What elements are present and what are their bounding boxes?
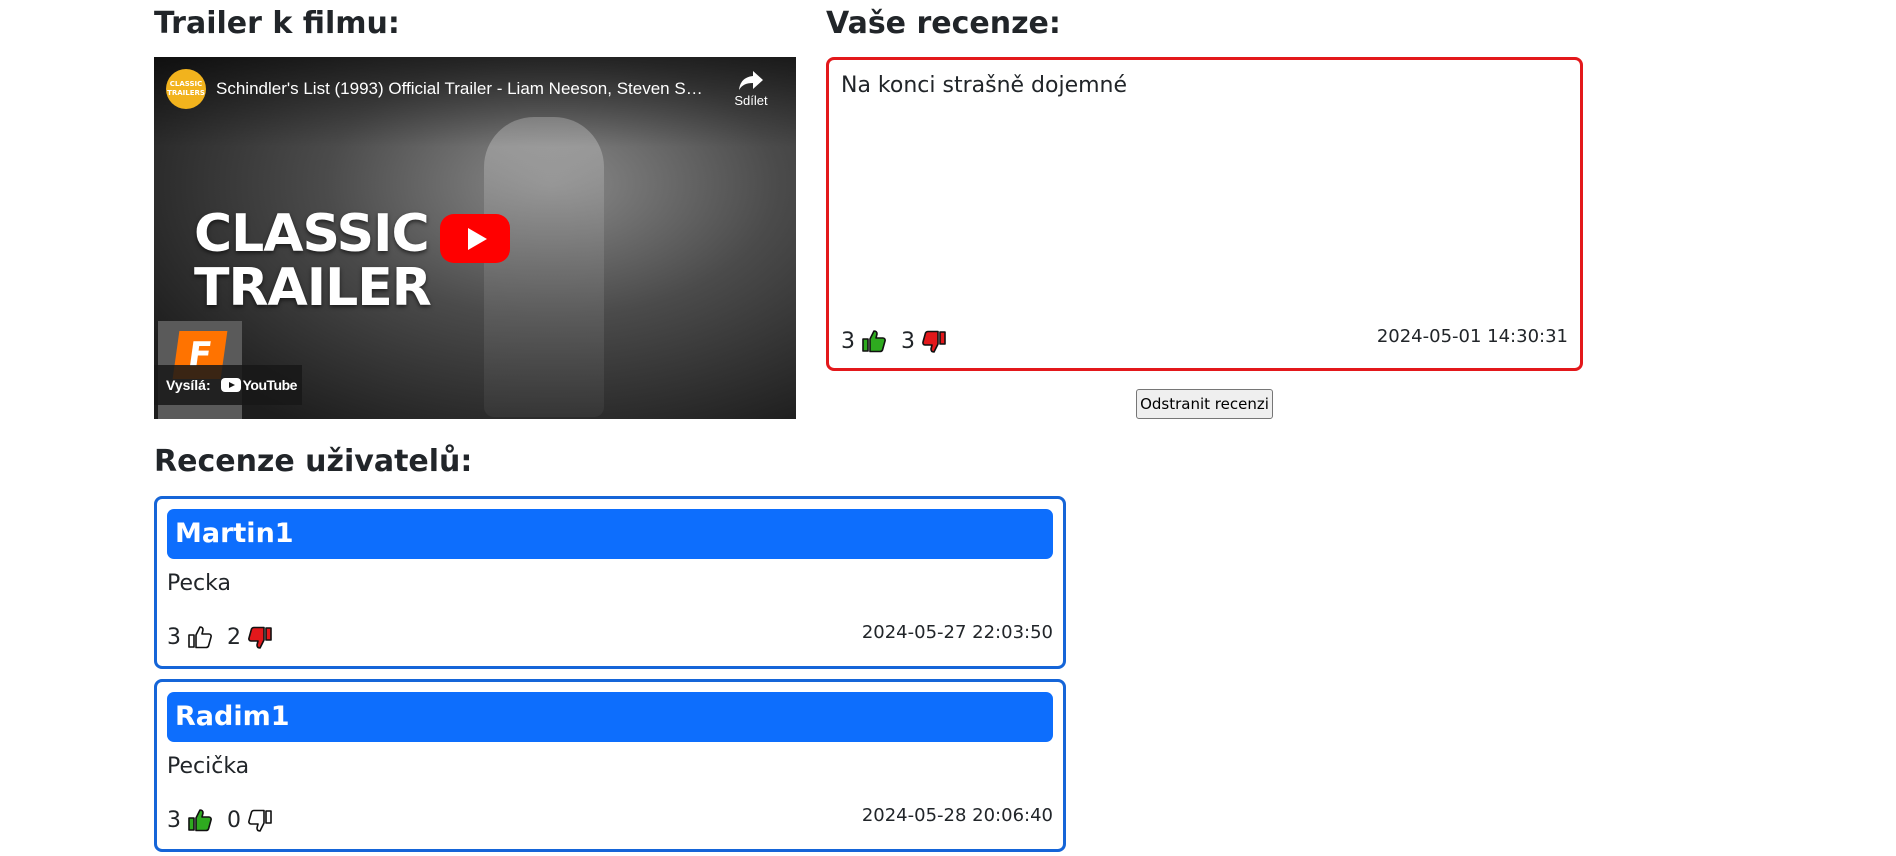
overlay-line-2: TRAILER [194,258,432,318]
channel-logo[interactable]: CLASSIC TRAILERS [166,69,206,109]
youtube-logo-text: YouTube [242,377,298,393]
my-review-date: 2024-05-01 14:30:31 [1376,326,1568,347]
trailer-video-embed[interactable]: CLASSIC TRAILERS Schindler's List (1993)… [154,57,796,419]
classic-trailer-overlay: CLASSIC TRAILER [194,204,432,318]
review-votes: 3 2 [167,625,287,650]
thumbs-up-icon[interactable] [187,808,213,833]
review-author: Martin1 [167,509,1053,559]
like-count: 3 [167,808,181,833]
user-review-card: Radim1 Pecička 3 0 2024-05-28 20:06:40 [154,679,1066,852]
youtube-logo-icon [220,378,241,392]
like-count: 3 [167,625,181,650]
review-text: Pecka [167,571,231,596]
youtube-play-icon[interactable] [440,214,510,263]
user-reviews-heading: Recenze uživatelů: [154,444,473,479]
thumbs-down-icon[interactable] [247,808,273,833]
thumbs-up-icon[interactable] [861,329,887,354]
thumbs-down-icon[interactable] [921,329,947,354]
review-author: Radim1 [167,692,1053,742]
review-date: 2024-05-27 22:03:50 [861,622,1053,643]
my-review-text: Na konci strašně dojemné [841,73,1128,98]
my-review-heading: Vaše recenze: [826,6,1061,41]
dislike-count: 2 [227,625,241,650]
like-count: 3 [841,329,855,354]
watch-on-label: Vysílá: [166,377,211,393]
review-text: Pecička [167,754,250,779]
thumbs-up-icon[interactable] [187,625,213,650]
thumbs-down-icon[interactable] [247,625,273,650]
trailer-heading: Trailer k filmu: [154,6,400,41]
share-label: Sdílet [734,93,768,108]
video-title[interactable]: Schindler's List (1993) Official Trailer… [216,79,711,99]
delete-review-button[interactable]: Odstranit recenzi [1136,389,1273,419]
review-date: 2024-05-28 20:06:40 [861,805,1053,826]
review-votes: 3 0 [167,808,287,833]
share-icon [739,71,763,90]
dislike-count: 3 [901,329,915,354]
user-review-card: Martin1 Pecka 3 2 2024-05-27 22:03:50 [154,496,1066,669]
share-button[interactable]: Sdílet [726,69,776,108]
dislike-count: 0 [227,808,241,833]
overlay-line-1: CLASSIC [194,204,430,264]
youtube-logo: YouTube [220,377,298,393]
my-review-votes: 3 3 [841,329,961,354]
my-review-card: Na konci strašně dojemné 3 3 2024-05-01 … [826,57,1583,371]
watch-on-youtube[interactable]: Vysílá: YouTube [154,365,302,405]
